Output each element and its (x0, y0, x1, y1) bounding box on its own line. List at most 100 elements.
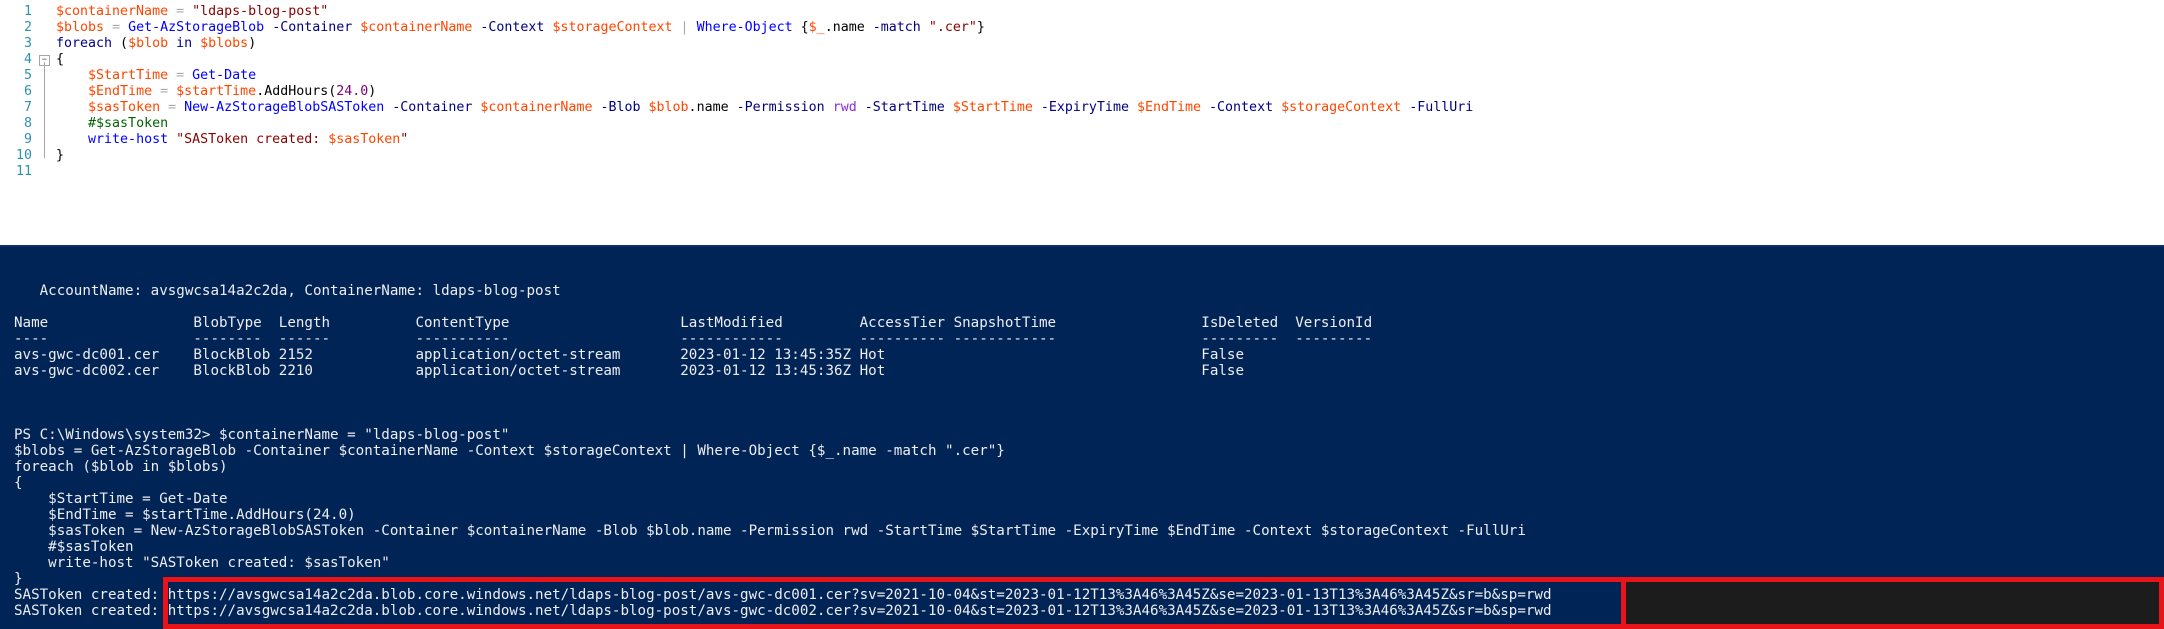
code-token: $startTime (176, 84, 257, 99)
code-token: } (976, 20, 985, 35)
code-token: $StartTime (952, 100, 1033, 115)
console-line: avs-gwc-dc001.cer BlockBlob 2152 applica… (14, 347, 1244, 363)
code-token: name (832, 20, 865, 35)
code-token: -Container (392, 100, 473, 115)
code-token: $storageContext (552, 20, 673, 35)
code-token: . (824, 20, 833, 35)
code-token: -match (872, 20, 921, 35)
code-token: ".cer" (928, 20, 977, 35)
code-token: = (112, 20, 121, 35)
code-text: #$sasToken (56, 116, 168, 132)
code-token: -Context (1209, 100, 1274, 115)
console-line: { (14, 475, 23, 491)
code-token: Get-AzStorageBlob (128, 20, 265, 35)
code-token: -ExpiryTime (1040, 100, 1129, 115)
code-token: } (56, 148, 65, 163)
console-pane[interactable]: AccountName: avsgwcsa14a2c2da, Container… (0, 245, 2164, 629)
script-editor-pane[interactable]: 1 $containerName = "ldaps-blog-post" 2 $blo… (0, 0, 2164, 245)
highlight-box-sas-urls (163, 577, 1626, 629)
code-token: Where-Object (696, 20, 793, 35)
line-number: 11 (15, 164, 32, 179)
code-token: " (400, 132, 409, 147)
code-token: -Blob (600, 100, 641, 115)
highlight-box-redacted (1621, 577, 2164, 629)
code-token: $blob (648, 100, 689, 115)
code-token: { (792, 20, 809, 35)
fold-toggle-icon[interactable]: − (39, 55, 50, 66)
line-number: 7 (23, 100, 32, 115)
code-token: $EndTime (1136, 100, 1202, 115)
code-text: $sasToken = New-AzStorageBlobSASToken -C… (56, 100, 1473, 116)
code-token: $storageContext (1281, 100, 1402, 115)
code-token: Get-Date (192, 68, 257, 83)
code-token: rwd (832, 100, 857, 115)
code-token: in (176, 36, 193, 51)
line-number: 4 (23, 52, 32, 67)
code-token: . (688, 100, 697, 115)
code-token: = (176, 4, 185, 19)
code-token: -FullUri (1409, 100, 1474, 115)
fold-rail (44, 62, 45, 158)
line-number: 5 (23, 68, 32, 83)
code-token: write-host (88, 132, 169, 147)
code-token: $StartTime (88, 68, 169, 83)
code-token: $blobs (56, 20, 105, 35)
console-line: $blobs = Get-AzStorageBlob -Container $c… (14, 443, 1005, 459)
code-token: -Permission (736, 100, 825, 115)
console-line: #$sasToken (14, 539, 134, 555)
console-line: $sasToken = New-AzStorageBlobSASToken -C… (14, 523, 1526, 539)
code-token: #$sasToken (88, 116, 169, 131)
line-number: 1 (23, 4, 32, 19)
console-line: write-host "SASToken created: $sasToken" (14, 555, 390, 571)
code-text: foreach ($blob in $blobs) (56, 36, 256, 52)
code-token: $containerName (360, 20, 473, 35)
line-number: 8 (23, 116, 32, 131)
code-token: "ldaps-blog-post" (192, 4, 329, 19)
line-number: 2 (23, 20, 32, 35)
code-token: { (56, 52, 65, 67)
console-line: foreach ($blob in $blobs) (14, 459, 228, 475)
code-token: $blob (128, 36, 169, 51)
code-token: $sasToken (88, 100, 161, 115)
code-token: $_ (808, 20, 825, 35)
code-token: $containerName (56, 4, 169, 19)
console-line: } (14, 571, 23, 587)
console-line: PS C:\Windows\system32> $containerName =… (14, 427, 510, 443)
code-token: "SASToken created: (176, 132, 329, 147)
code-token: $EndTime (88, 84, 153, 99)
code-token: $blobs (200, 36, 249, 51)
code-token: 24.0 (336, 84, 369, 99)
code-token: $containerName (480, 100, 593, 115)
code-token: New-AzStorageBlobSASToken (184, 100, 385, 115)
console-line: avs-gwc-dc002.cer BlockBlob 2210 applica… (14, 363, 1244, 379)
code-token: -Context (480, 20, 545, 35)
code-token: = (168, 100, 177, 115)
code-text: { (56, 52, 64, 68)
code-token: = (176, 68, 185, 83)
code-token: . (256, 84, 265, 99)
